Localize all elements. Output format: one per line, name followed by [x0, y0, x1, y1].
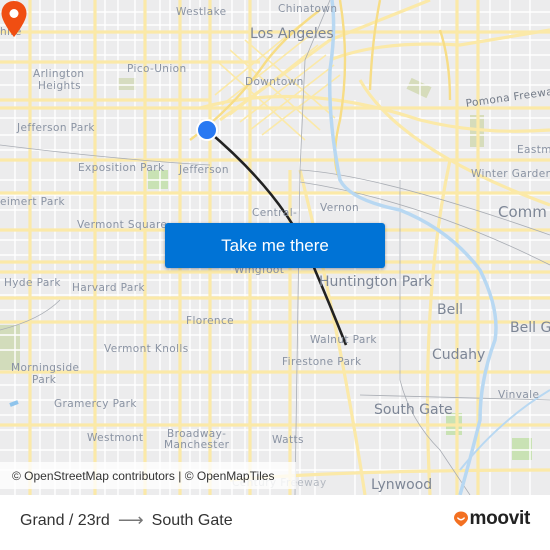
map-label-vermont-square: Vermont Square: [77, 219, 168, 231]
map-label-huntington-park: Huntington Park: [319, 274, 433, 290]
route-origin: Grand / 23rd: [20, 511, 110, 529]
map-label-winter-gardens: Winter Garden: [471, 168, 550, 180]
map-label-chinatown: Chinatown: [278, 3, 338, 15]
map-label-morningside-park: Park: [32, 374, 57, 386]
map-label-south-gate: South Gate: [374, 402, 453, 418]
map-label-commerce: Comm: [498, 203, 547, 221]
attribution-text[interactable]: © OpenStreetMap contributors | © OpenMap…: [12, 469, 274, 483]
map-label-bell: Bell: [437, 302, 463, 318]
map-label-downtown: Downtown: [245, 76, 304, 88]
origin-marker[interactable]: [196, 119, 218, 141]
park-area: [118, 78, 136, 90]
park-area: [512, 438, 532, 460]
map-label-los-angeles: Los Angeles: [250, 26, 334, 42]
map-label-vernon: Vernon: [320, 202, 360, 214]
map-label-firestone-park: Firestone Park: [282, 356, 362, 368]
map-label-eastmont: Eastm: [517, 144, 550, 156]
brand-name: moovit: [469, 508, 531, 529]
park-area: [406, 77, 432, 99]
map-label-walnut-park: Walnut Park: [310, 334, 377, 346]
destination-pin-icon[interactable]: [0, 0, 28, 38]
map-label-westlake: Westlake: [176, 6, 227, 18]
map-label-central-alameda: Central-: [252, 207, 298, 219]
route-summary: Grand / 23rd ⟶ South Gate: [20, 510, 233, 531]
map-label-vermont-knolls: Vermont Knolls: [104, 343, 189, 355]
arrow-right-icon: ⟶: [117, 510, 144, 530]
map-label-arlington-heights: Arlington: [33, 68, 85, 80]
map-label-bell-gardens: Bell G: [510, 320, 550, 336]
map-label-exposition-park: Exposition Park: [78, 162, 165, 174]
map-label-florence: Florence: [186, 315, 235, 327]
take-me-there-button[interactable]: Take me there: [165, 223, 385, 268]
map-label-watts: Watts: [272, 434, 304, 446]
map-label-lynwood: Lynwood: [371, 477, 433, 493]
map-label-leimert-park: eimert Park: [0, 196, 65, 208]
moovit-logo[interactable]: moovit: [453, 508, 530, 530]
map-label-vinvale: Vinvale: [498, 389, 540, 401]
map-label-gramercy-park: Gramercy Park: [54, 398, 137, 410]
map-label-hyde-park: Hyde Park: [4, 277, 61, 289]
map-label-cudahy: Cudahy: [432, 347, 486, 363]
route-destination: South Gate: [151, 511, 233, 529]
map-label-broadway-manchester: Manchester: [164, 439, 230, 451]
lake: [9, 400, 19, 407]
map-canvas[interactable]: Westlake Chinatown hire Los Angeles Arli…: [0, 0, 550, 495]
moovit-pin-icon: [453, 511, 468, 527]
map-attribution: © OpenStreetMap contributors | © OpenMap…: [0, 462, 296, 489]
map-label-arlington-heights: Heights: [38, 80, 81, 92]
map-label-westmont: Westmont: [87, 432, 144, 444]
map-label-jefferson: Jefferson: [179, 164, 229, 176]
map-label-harvard-park: Harvard Park: [72, 282, 145, 294]
map-label-morningside-park: Morningside: [11, 362, 80, 374]
map-label-pico-union: Pico-Union: [127, 63, 187, 75]
map-label-jefferson-park: Jefferson Park: [17, 122, 95, 134]
